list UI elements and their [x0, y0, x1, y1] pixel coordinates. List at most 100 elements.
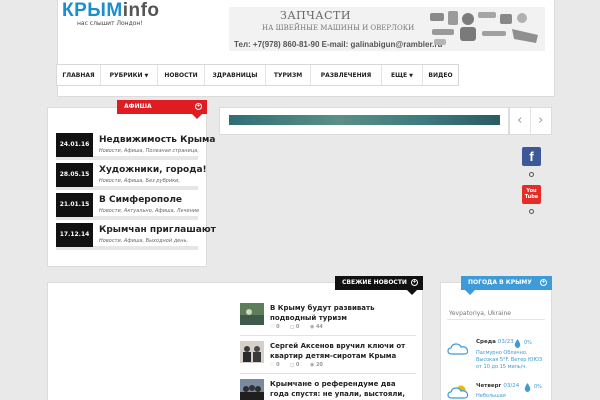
nav-item-video[interactable]: ВИДЕО — [423, 65, 458, 85]
youtube-count-dot — [529, 209, 534, 214]
tab-notch — [407, 290, 417, 295]
nav-item-tourism[interactable]: ТУРИЗМ — [266, 65, 311, 85]
site-tagline: нас слышит Лондон! — [77, 20, 143, 27]
comment-icon[interactable]: ◻ 0 — [290, 324, 299, 330]
news-tab[interactable]: СВЕЖИЕ НОВОСТИ + — [335, 276, 423, 295]
slider-image[interactable] — [229, 115, 500, 125]
afisha-tab[interactable]: АФИША + — [117, 100, 207, 119]
plus-icon[interactable]: + — [411, 279, 418, 286]
tab-notch — [192, 114, 202, 119]
logo-secondary: info — [122, 0, 160, 21]
event-item[interactable]: 17.12.14 Крымчан приглашают Новости, Афи… — [56, 223, 216, 250]
youtube-icon[interactable]: You Tube — [522, 185, 541, 204]
slider-controls: ‹ › — [509, 107, 552, 135]
raindrop-icon — [524, 383, 531, 392]
news-title[interactable]: Сергей Аксенов вручил ключи от квартир д… — [270, 341, 416, 361]
nav-item-more[interactable]: ЕЩЕ ▼ — [382, 65, 423, 85]
views-count: 44 — [315, 324, 323, 330]
event-item[interactable]: 24.01.16 Недвижимость Крыма Новости, Афи… — [56, 133, 215, 160]
event-title[interactable]: В Симферополе — [99, 195, 182, 205]
weather-day-date: 03/23 — [497, 339, 514, 345]
raindrop-icon — [514, 339, 521, 348]
nav-item-home[interactable]: ГЛАВНАЯ — [57, 65, 101, 85]
event-categories[interactable]: Новости, Афиша, Без рубрики, — [99, 178, 180, 184]
weather-day: Четверг 03/24 — [476, 383, 519, 389]
event-item[interactable]: 21.01.15 В Симферополе Новости, Актуальн… — [56, 193, 199, 220]
nav-item-resorts[interactable]: ЗДРАВНИЦЫ — [205, 65, 266, 85]
weather-day-date: 03/24 — [503, 383, 520, 389]
tab-notch — [465, 290, 475, 295]
news-item[interactable]: Крымчане о референдуме два года спустя: … — [240, 379, 416, 400]
event-date: 17.12.14 — [56, 223, 93, 247]
precip-chance: 0% — [524, 340, 532, 346]
ad-subheading: НА ШВЕЙНЫЕ МАШИНЫ И ОВЕРЛОКИ — [262, 24, 415, 32]
event-title[interactable]: Художники, города! — [99, 165, 207, 175]
event-date: 21.01.15 — [56, 193, 93, 217]
nav-label: ВИДЕО — [428, 72, 453, 79]
weather-day: Среда 03/23 — [476, 339, 514, 345]
event-categories[interactable]: Новости, Афиша, Полезная страница, — [99, 148, 199, 154]
nav-label: РАЗВЛЕЧЕНИЯ — [320, 72, 372, 79]
afisha-tab-label: АФИША — [124, 103, 152, 110]
nav-label: ЗДРАВНИЦЫ — [212, 72, 258, 79]
heart-icon[interactable]: ♡ 0 — [270, 362, 280, 368]
main-nav: ГЛАВНАЯ РУБРИКИ ▼ НОВОСТИ ЗДРАВНИЦЫ ТУРИЗ… — [56, 64, 459, 86]
news-thumbnail[interactable] — [240, 379, 264, 400]
chevron-left-icon[interactable]: ‹ — [510, 108, 531, 134]
site-logo[interactable]: КРЫМinfo — [62, 0, 160, 22]
youtube-label-bottom: Tube — [524, 194, 539, 200]
logo-primary: КРЫМ — [62, 0, 123, 21]
news-meta: ♡ 0 ◻ 0 ◉ 20 — [270, 362, 332, 368]
news-title[interactable]: Крымчане о референдуме два года спустя: … — [270, 379, 416, 400]
chevron-down-icon: ▼ — [144, 73, 149, 79]
nav-label: ЕЩЕ — [390, 72, 408, 79]
cloud-icon — [447, 343, 469, 355]
event-title[interactable]: Крымчан приглашают — [99, 225, 216, 235]
event-date: 28.05.15 — [56, 163, 93, 187]
event-date: 24.01.16 — [56, 133, 93, 157]
weather-day-name: Четверг — [476, 383, 502, 389]
sewing-parts-image — [430, 11, 538, 45]
event-item[interactable]: 28.05.15 Художники, города! Новости, Афи… — [56, 163, 207, 190]
ad-heading: ЗАПЧАСТИ — [280, 9, 351, 22]
partly-cloudy-icon — [447, 385, 469, 399]
nav-label: ГЛАВНАЯ — [62, 72, 95, 79]
nav-label: НОВОСТИ — [164, 72, 198, 79]
ad-contact: Тел: +7(978) 860-81-90 E-mail: galinabig… — [234, 40, 443, 49]
news-thumbnail[interactable] — [240, 303, 264, 325]
event-categories[interactable]: Новости, Афиша, Выходной день, — [99, 238, 188, 244]
news-item[interactable]: В Крыму будут развивать подводный туризм… — [240, 303, 416, 333]
nav-item-entertainment[interactable]: РАЗВЛЕЧЕНИЯ — [311, 65, 382, 85]
plus-icon[interactable]: + — [195, 103, 202, 110]
chevron-right-icon[interactable]: › — [531, 108, 551, 134]
nav-label: РУБРИКИ — [109, 72, 143, 79]
plus-icon[interactable]: + — [540, 279, 547, 286]
weather-tab-label: ПОГОДА В КРЫМУ — [468, 279, 532, 286]
nav-item-news[interactable]: НОВОСТИ — [158, 65, 205, 85]
social-links: f You Tube — [522, 137, 542, 217]
news-thumbnail[interactable] — [240, 341, 264, 363]
news-item[interactable]: Сергей Аксенов вручил ключи от квартир д… — [240, 341, 416, 371]
event-title[interactable]: Недвижимость Крыма — [99, 135, 215, 145]
chevron-down-icon: ▼ — [409, 73, 413, 79]
nav-item-rubrics[interactable]: РУБРИКИ ▼ — [101, 65, 158, 85]
divider — [240, 335, 416, 336]
weather-location: Yevpatoriya, Ukraine — [447, 308, 545, 320]
likes-count: 0 — [276, 324, 280, 330]
heart-icon[interactable]: ♡ 0 — [270, 324, 280, 330]
news-meta: ♡ 0 ◻ 0 ◉ 44 — [270, 324, 332, 330]
weather-description: Небольшая — [476, 393, 506, 399]
eye-icon: ◉ 20 — [309, 362, 323, 368]
comments-count: 0 — [295, 324, 300, 330]
facebook-count-dot — [529, 172, 534, 177]
weather-tab[interactable]: ПОГОДА В КРЫМУ + — [461, 276, 552, 295]
comment-icon[interactable]: ◻ 0 — [290, 362, 299, 368]
comments-count: 0 — [295, 362, 300, 368]
news-title[interactable]: В Крыму будут развивать подводный туризм — [270, 303, 416, 323]
news-tab-label: СВЕЖИЕ НОВОСТИ — [342, 279, 407, 286]
event-categories[interactable]: Новости, Актуально, Афиша, Лечение — [99, 208, 199, 214]
divider — [240, 373, 416, 374]
precip-chance: 0% — [534, 384, 542, 390]
eye-icon: ◉ 44 — [309, 324, 323, 330]
facebook-icon[interactable]: f — [522, 147, 541, 166]
